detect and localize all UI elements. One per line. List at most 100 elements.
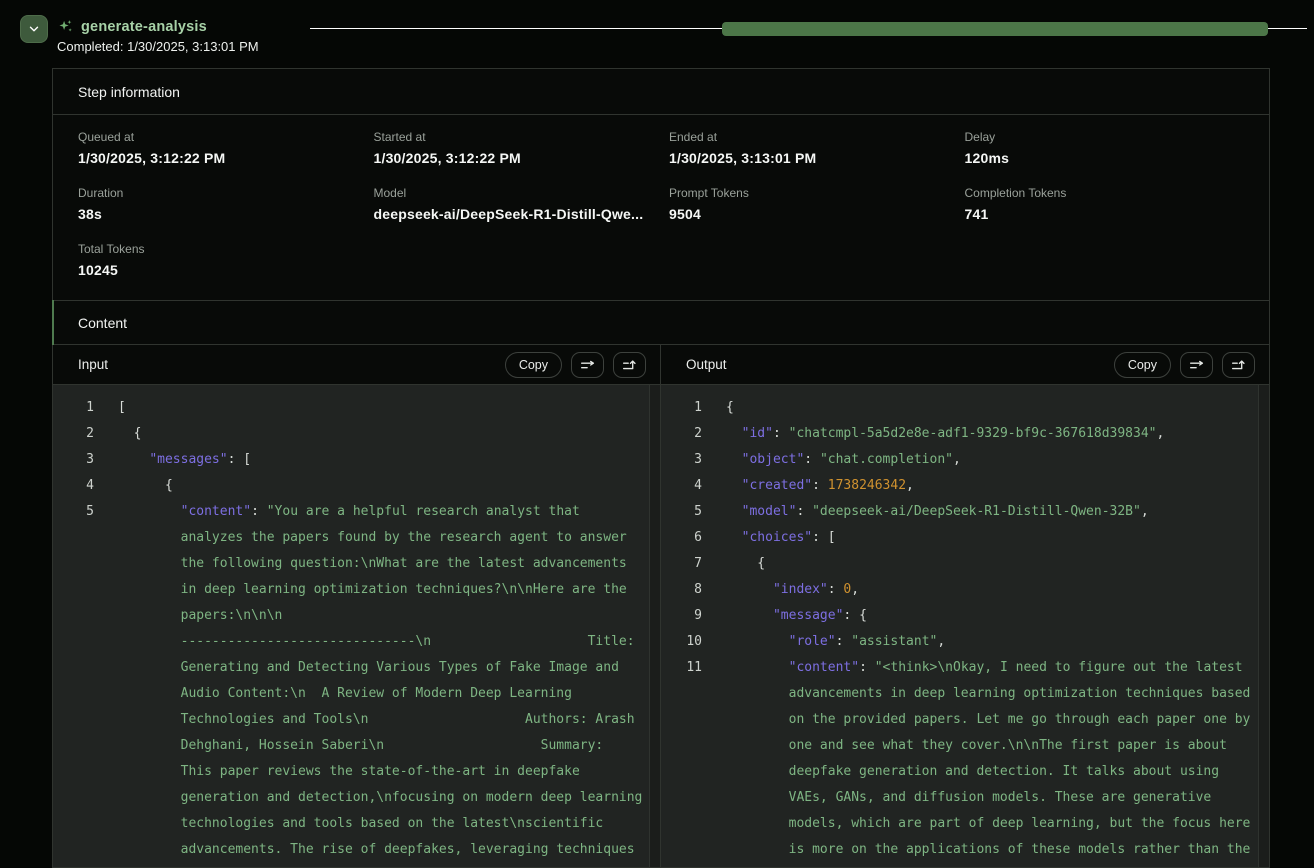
info-field-queued-at: Queued at 1/30/2025, 3:12:22 PM: [78, 130, 358, 166]
scroll-to-top-button[interactable]: [1222, 352, 1255, 378]
input-scrollbar[interactable]: [649, 385, 660, 867]
code-line: Dehghani, Hossein Saberi\n Summary:: [53, 733, 660, 759]
line-number: [53, 863, 94, 867]
line-number: 10: [661, 629, 702, 655]
code-line: on the provided papers. Let me go throug…: [661, 707, 1269, 733]
info-label: Started at: [374, 130, 654, 144]
output-code-viewer[interactable]: 1{2 "id": "chatcmpl-5a5d2e8e-adf1-9329-b…: [661, 385, 1269, 867]
input-panel: Input Copy 1[2 {3 "messages": [4 {5 "con…: [53, 345, 661, 867]
step-information-header: Step information: [53, 69, 1269, 115]
info-label: Prompt Tokens: [669, 186, 949, 200]
info-value: 120ms: [965, 150, 1245, 166]
output-scrollbar[interactable]: [1258, 385, 1269, 867]
completed-timestamp: Completed: 1/30/2025, 3:13:01 PM: [57, 39, 259, 54]
info-label: Model: [374, 186, 654, 200]
sparkles-icon: [57, 18, 74, 35]
code-line: deepfake generation and detection. It ta…: [661, 759, 1269, 785]
line-number: [53, 811, 94, 837]
code-line: Audio Content:\n A Review of Modern Deep…: [53, 681, 660, 707]
code-line: Technologies and Tools\n Authors: Arash: [53, 707, 660, 733]
info-field-delay: Delay 120ms: [965, 130, 1245, 166]
line-number: 5: [661, 499, 702, 525]
code-line: 2 "id": "chatcmpl-5a5d2e8e-adf1-9329-bf9…: [661, 421, 1269, 447]
copy-output-button[interactable]: Copy: [1114, 352, 1171, 378]
scroll-to-top-icon: [621, 357, 639, 373]
code-line: 5 "content": "You are a helpful research…: [53, 499, 660, 525]
code-line: is more on the applications of these mod…: [661, 837, 1269, 863]
line-number: 11: [661, 655, 702, 681]
line-number: [661, 681, 702, 707]
info-value: 38s: [78, 206, 358, 222]
code-line: optimization techniques themselves. So, …: [661, 863, 1269, 867]
output-panel-title: Output: [686, 357, 1105, 372]
code-line: 8 "index": 0,: [661, 577, 1269, 603]
info-label: Queued at: [78, 130, 358, 144]
chevron-down-icon: [27, 22, 41, 36]
code-line: Generating and Detecting Various Types o…: [53, 655, 660, 681]
line-number: [661, 707, 702, 733]
code-line: 3 "messages": [: [53, 447, 660, 473]
line-number: [661, 733, 702, 759]
info-value: 741: [965, 206, 1245, 222]
line-number: [53, 629, 94, 655]
info-value: 10245: [78, 262, 358, 278]
code-line: ------------------------------\n Title:: [53, 629, 660, 655]
info-value: 1/30/2025, 3:12:22 PM: [374, 150, 654, 166]
step-details-panel: Step information Queued at 1/30/2025, 3:…: [52, 68, 1270, 868]
step-title: generate-analysis: [81, 19, 207, 35]
info-field-completion-tokens: Completion Tokens 741: [965, 186, 1245, 222]
info-value: deepseek-ai/DeepSeek-R1-Distill-Qwe...: [374, 206, 654, 222]
line-number: 2: [661, 421, 702, 447]
scroll-to-top-button[interactable]: [613, 352, 646, 378]
input-panel-title: Input: [78, 357, 496, 372]
line-number: [53, 785, 94, 811]
copy-input-button[interactable]: Copy: [505, 352, 562, 378]
code-line: generation and detection,\nfocusing on m…: [53, 785, 660, 811]
line-number: [53, 655, 94, 681]
code-line: advancements. The rise of deepfakes, lev…: [53, 837, 660, 863]
line-number: [53, 681, 94, 707]
info-value: 9504: [669, 206, 949, 222]
timeline-step-bar[interactable]: [722, 22, 1268, 36]
info-field-duration: Duration 38s: [78, 186, 358, 222]
line-number: 1: [53, 395, 94, 421]
line-number: [53, 733, 94, 759]
collapse-step-button[interactable]: [20, 15, 48, 43]
code-line: 11 "content": "<think>\nOkay, I need to …: [661, 655, 1269, 681]
wrap-text-button[interactable]: [1180, 352, 1213, 378]
line-number: 3: [53, 447, 94, 473]
line-number: [661, 863, 702, 867]
code-line: 2 {: [53, 421, 660, 447]
info-label: Completion Tokens: [965, 186, 1245, 200]
line-number: 9: [661, 603, 702, 629]
input-code-viewer[interactable]: 1[2 {3 "messages": [4 {5 "content": "You…: [53, 385, 660, 867]
info-label: Delay: [965, 130, 1245, 144]
info-label: Duration: [78, 186, 358, 200]
content-section-header: Content: [53, 300, 1269, 345]
code-line: advancements in deep learning optimizati…: [661, 681, 1269, 707]
info-label: Total Tokens: [78, 242, 358, 256]
line-number: [661, 785, 702, 811]
line-number: [53, 525, 94, 551]
code-line: 9 "message": {: [661, 603, 1269, 629]
code-line: 1{: [661, 395, 1269, 421]
line-number: 3: [661, 447, 702, 473]
code-line: 5 "model": "deepseek-ai/DeepSeek-R1-Dist…: [661, 499, 1269, 525]
info-value: 1/30/2025, 3:13:01 PM: [669, 150, 949, 166]
scroll-to-top-icon: [1230, 357, 1248, 373]
info-field-started-at: Started at 1/30/2025, 3:12:22 PM: [374, 130, 654, 166]
info-field-prompt-tokens: Prompt Tokens 9504: [669, 186, 949, 222]
code-line: like\nVariational Autoencoders (VAEs), G…: [53, 863, 660, 867]
wrap-text-icon: [1188, 357, 1206, 373]
line-number: [53, 837, 94, 863]
info-field-model: Model deepseek-ai/DeepSeek-R1-Distill-Qw…: [374, 186, 654, 222]
line-number: [53, 759, 94, 785]
wrap-text-button[interactable]: [571, 352, 604, 378]
info-value: 1/30/2025, 3:12:22 PM: [78, 150, 358, 166]
line-number: [53, 577, 94, 603]
code-line: in deep learning optimization techniques…: [53, 577, 660, 603]
line-number: 4: [661, 473, 702, 499]
info-field-total-tokens: Total Tokens 10245: [78, 242, 358, 278]
code-line: 4 {: [53, 473, 660, 499]
output-panel: Output Copy 1{2 "id": "chatcmpl-5a5d2e8e…: [661, 345, 1269, 867]
